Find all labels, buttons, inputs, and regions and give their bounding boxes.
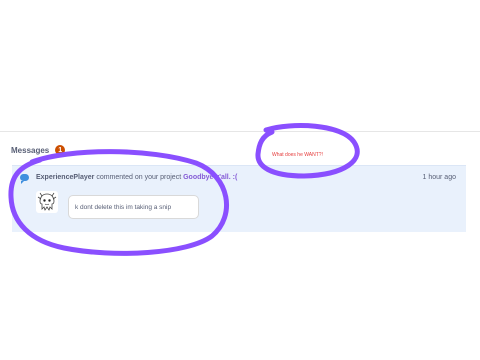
message-timestamp: 1 hour ago [422,174,456,181]
avatar[interactable] [36,191,58,213]
messages-title: Messages [11,145,50,155]
messages-header: Messages 1 [11,143,66,157]
project-link[interactable]: Goodbye y'all. :( [183,174,237,181]
message-count-badge: 1 [55,145,66,155]
message-summary: ExperiencePlayer commented on your proje… [36,174,237,181]
message-item[interactable]: ExperiencePlayer commented on your proje… [12,165,466,232]
comment-icon [20,174,29,184]
comment-text: k dont delete this im taking a snip [75,203,172,211]
blank-area [0,0,480,131]
annotation-text: What does he WANT?! [272,152,323,158]
comment-bubble: k dont delete this im taking a snip [68,195,199,219]
username-link[interactable]: ExperiencePlayer [36,174,94,181]
action-text: commented on your project [96,174,182,181]
